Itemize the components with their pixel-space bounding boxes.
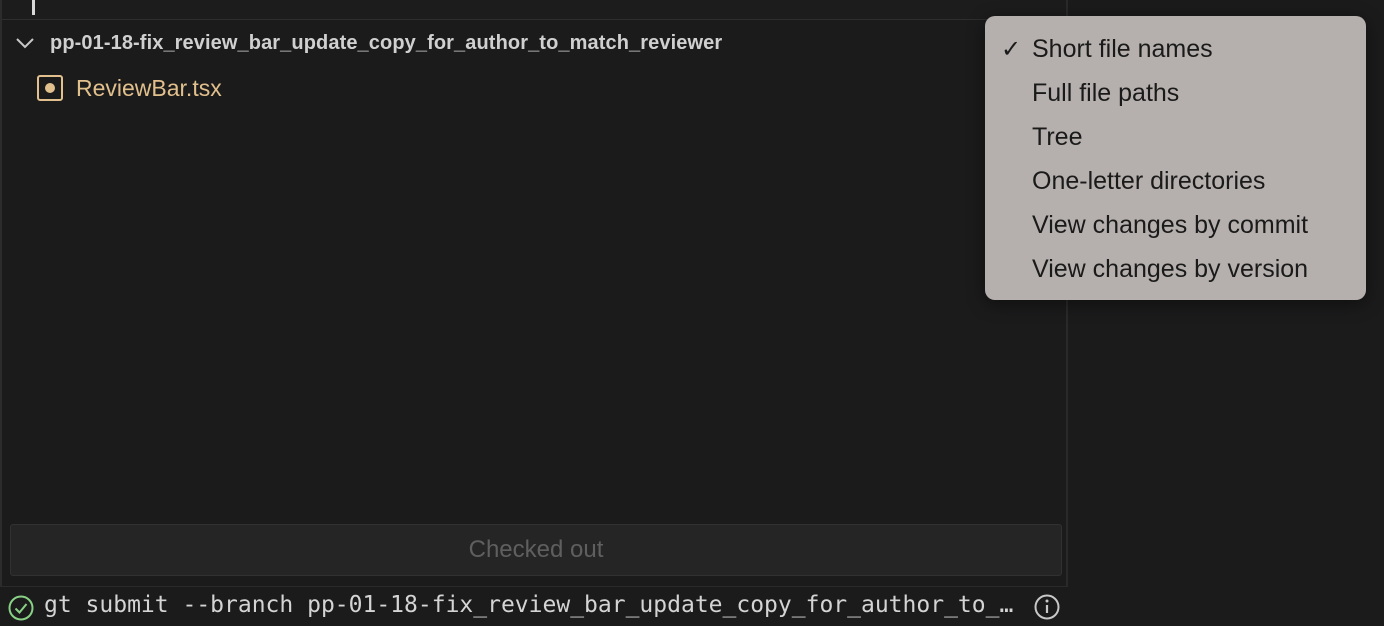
menu-item-label: Tree xyxy=(1032,123,1083,151)
menu-item-full-file-paths[interactable]: Full file paths xyxy=(985,71,1366,115)
file-name[interactable]: ReviewBar.tsx xyxy=(76,75,222,102)
menu-item-one-letter-directories[interactable]: One-letter directories xyxy=(985,159,1366,203)
check-circle-icon xyxy=(8,595,34,621)
menu-item-label: Full file paths xyxy=(1032,79,1180,107)
view-options-menu: ✓ Short file names Full file paths Tree … xyxy=(985,16,1366,300)
branch-section-header[interactable]: pp-01-18-fix_review_bar_update_copy_for_… xyxy=(2,24,1066,62)
checkmark-icon: ✓ xyxy=(1001,36,1022,63)
status-bar: gt submit --branch pp-01-18-fix_review_b… xyxy=(0,586,1068,626)
command-text: gt submit --branch pp-01-18-fix_review_b… xyxy=(44,592,1020,618)
chevron-down-icon[interactable] xyxy=(14,33,36,53)
app-window: pp-01-18-fix_review_bar_update_copy_for_… xyxy=(0,0,1384,626)
text-caret xyxy=(32,0,35,15)
menu-item-label: View changes by commit xyxy=(1032,211,1309,239)
menu-item-short-file-names[interactable]: ✓ Short file names xyxy=(985,27,1366,71)
menu-item-label: One-letter directories xyxy=(1032,167,1266,195)
menu-item-view-changes-by-version[interactable]: View changes by version xyxy=(985,247,1366,291)
modified-dot-icon xyxy=(37,75,63,101)
menu-item-tree[interactable]: Tree xyxy=(985,115,1366,159)
branch-name: pp-01-18-fix_review_bar_update_copy_for_… xyxy=(50,32,723,54)
menu-item-view-changes-by-commit[interactable]: View changes by commit xyxy=(985,203,1366,247)
file-row[interactable]: ReviewBar.tsx xyxy=(2,68,1066,108)
info-icon[interactable] xyxy=(1033,593,1061,621)
menu-item-label: Short file names xyxy=(1032,35,1213,63)
checked-out-button[interactable]: Checked out xyxy=(10,524,1062,576)
changes-panel: pp-01-18-fix_review_bar_update_copy_for_… xyxy=(0,0,1068,626)
menu-item-label: View changes by version xyxy=(1032,255,1309,283)
top-strip xyxy=(2,0,1066,20)
